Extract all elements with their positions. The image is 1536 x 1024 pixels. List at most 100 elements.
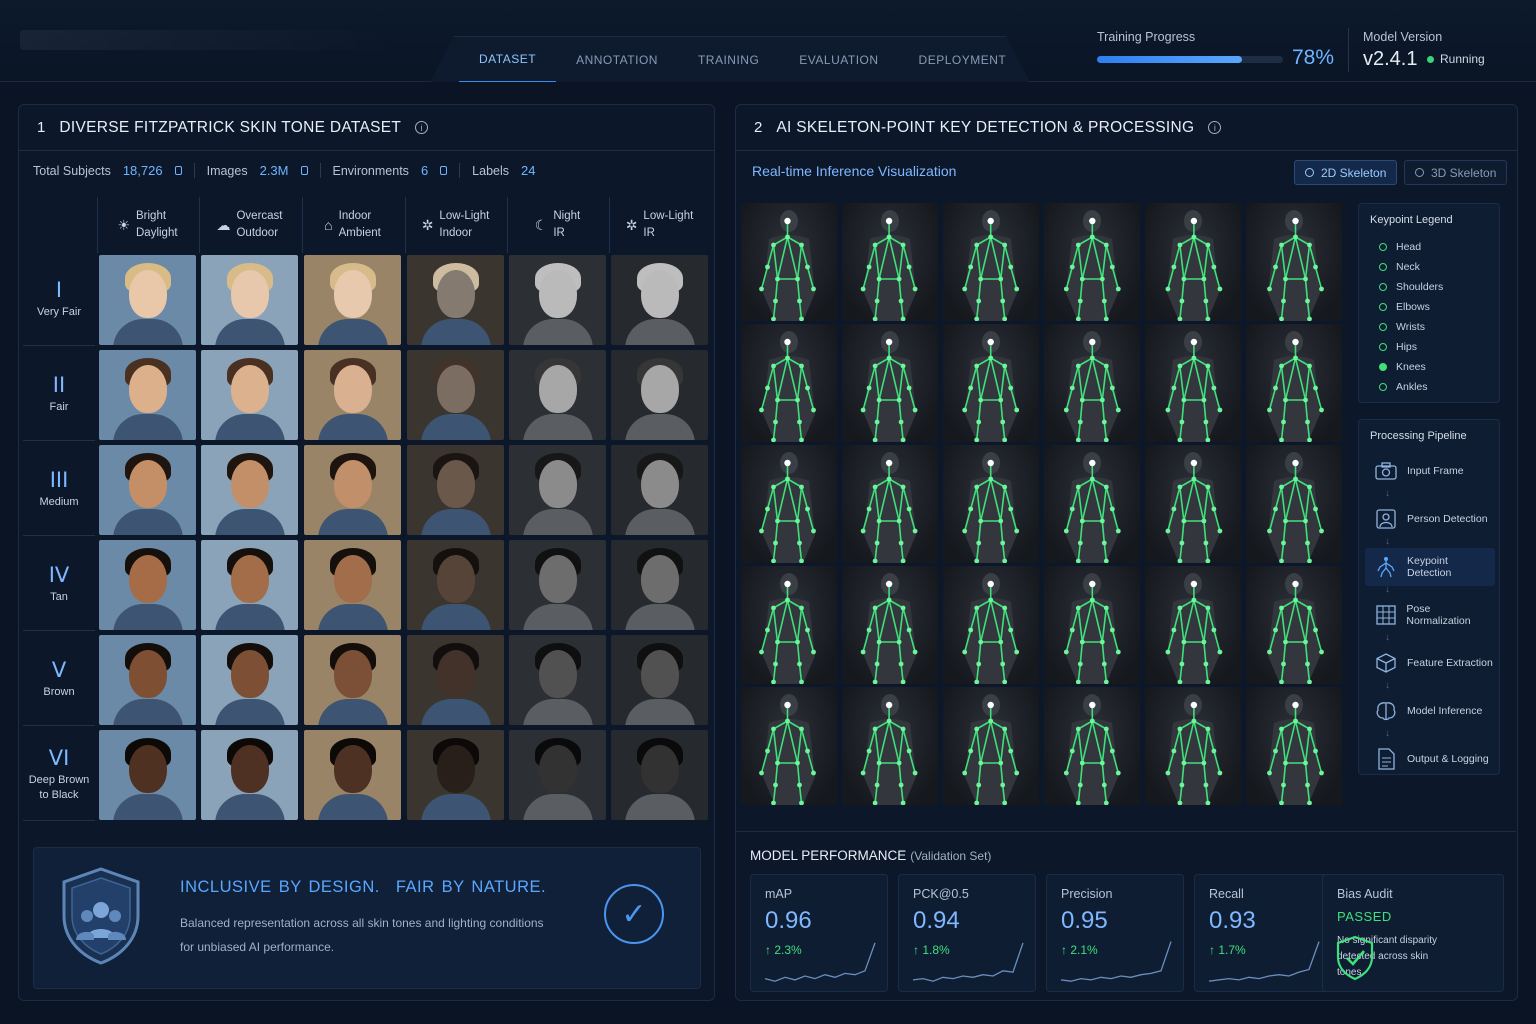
person-silhouette-body <box>1167 356 1219 442</box>
skeleton-frame[interactable] <box>842 324 938 442</box>
info-icon[interactable]: i <box>1208 121 1222 134</box>
subject-photo[interactable] <box>99 255 196 345</box>
skeleton-frame[interactable] <box>842 566 938 684</box>
subject-photo[interactable] <box>509 445 606 535</box>
subject-photo[interactable] <box>407 445 504 535</box>
info-icon[interactable]: i <box>415 121 429 134</box>
skeleton-frame[interactable] <box>1246 566 1342 684</box>
subject-photo[interactable] <box>509 255 606 345</box>
skeleton-frame[interactable] <box>1145 203 1241 321</box>
keypoint-re <box>1008 506 1014 512</box>
panel-title: AI SKELETON-POINT KEY DETECTION & PROCES… <box>776 118 1195 136</box>
subject-photo[interactable] <box>304 730 401 820</box>
skeleton-frame[interactable] <box>1044 445 1140 563</box>
subject-photo[interactable] <box>99 635 196 725</box>
subject-photo[interactable] <box>201 635 298 725</box>
subject-photo[interactable] <box>304 635 401 725</box>
row-roman-numeral: VI <box>48 745 70 770</box>
skeleton-frame[interactable] <box>741 566 837 684</box>
skeleton-frame[interactable] <box>1044 566 1140 684</box>
subject-photo[interactable] <box>201 445 298 535</box>
keypoint-lk <box>1179 782 1185 788</box>
subject-photo[interactable] <box>407 350 504 440</box>
keypoint-lw <box>962 649 968 655</box>
subject-photo[interactable] <box>304 255 401 345</box>
tab-dataset[interactable]: DATASET <box>459 37 557 82</box>
skeleton-frame[interactable] <box>943 445 1039 563</box>
skeleton-frame[interactable] <box>741 687 837 805</box>
subject-photo[interactable] <box>201 255 298 345</box>
subject-photo[interactable] <box>407 540 504 630</box>
skeleton-frame[interactable] <box>1246 687 1342 805</box>
subject-photo[interactable] <box>509 730 606 820</box>
skeleton-frame[interactable] <box>741 203 837 321</box>
pipeline-step-model-inference[interactable]: Model Inference <box>1365 692 1495 730</box>
pipeline-step-output-logging[interactable]: Output & Logging <box>1365 740 1495 778</box>
database-icon <box>300 166 308 175</box>
subject-photo[interactable] <box>99 730 196 820</box>
keypoint-le <box>1273 264 1278 270</box>
skeleton-frame[interactable] <box>1246 445 1342 563</box>
subject-photo[interactable] <box>509 350 606 440</box>
skeleton-frame[interactable] <box>1044 203 1140 321</box>
pipeline-step-keypoint-detection[interactable]: Keypoint Detection <box>1365 548 1495 586</box>
tab-training[interactable]: TRAINING <box>678 37 779 82</box>
subject-photo[interactable] <box>99 350 196 440</box>
subject-photo[interactable] <box>201 730 298 820</box>
subject-photo[interactable] <box>99 540 196 630</box>
pipeline-step-pose-normalization[interactable]: Pose Normalization <box>1365 596 1495 634</box>
toggle-2d-skeleton[interactable]: 2D Skeleton <box>1294 160 1398 185</box>
subject-photo[interactable] <box>407 730 504 820</box>
tab-deployment[interactable]: DEPLOYMENT <box>899 37 1027 82</box>
subject-photo[interactable] <box>304 445 401 535</box>
skeleton-frame[interactable] <box>1145 445 1241 563</box>
skeleton-frame[interactable] <box>943 566 1039 684</box>
subject-photo[interactable] <box>201 350 298 440</box>
skeleton-frame[interactable] <box>1044 324 1140 442</box>
banner-title: INCLUSIVE BY DESIGN. FAIR BY NATURE. <box>180 878 546 897</box>
face <box>129 650 167 698</box>
subject-photo[interactable] <box>201 540 298 630</box>
skeleton-frame[interactable] <box>741 445 837 563</box>
skeleton-frame[interactable] <box>1246 203 1342 321</box>
skeleton-frame[interactable] <box>842 445 938 563</box>
subject-photo[interactable] <box>611 255 708 345</box>
skeleton-frame[interactable] <box>741 324 837 442</box>
legend-label: Hips <box>1396 341 1418 353</box>
subject-photo[interactable] <box>407 255 504 345</box>
skeleton-frame[interactable] <box>1145 687 1241 805</box>
subject-photo[interactable] <box>304 350 401 440</box>
subject-photo[interactable] <box>611 635 708 725</box>
pipeline-step-person-detection[interactable]: Person Detection <box>1365 500 1495 538</box>
skeleton-frame[interactable] <box>943 324 1039 442</box>
subject-photo[interactable] <box>611 730 708 820</box>
skeleton-frame[interactable] <box>943 203 1039 321</box>
skeleton-frame[interactable] <box>1044 687 1140 805</box>
column-label-line2: IR <box>643 227 655 239</box>
row-header-type-ii: II Fair <box>23 348 95 441</box>
subject-photo[interactable] <box>611 445 708 535</box>
keypoint-rs <box>900 242 906 248</box>
pipeline-step-input-frame[interactable]: Input Frame <box>1365 452 1495 490</box>
subject-photo[interactable] <box>611 350 708 440</box>
subject-photo[interactable] <box>99 445 196 535</box>
subject-photo[interactable] <box>509 635 606 725</box>
pipeline-step-feature-extraction[interactable]: Feature Extraction <box>1365 644 1495 682</box>
subject-photo[interactable] <box>304 540 401 630</box>
skeleton-frame[interactable] <box>842 687 938 805</box>
face <box>539 650 577 698</box>
keypoint-rk <box>1000 540 1006 546</box>
subject-photo[interactable] <box>407 635 504 725</box>
skeleton-frame[interactable] <box>1246 324 1342 442</box>
toggle-3d-skeleton[interactable]: 3D Skeleton <box>1404 160 1508 185</box>
skeleton-frame[interactable] <box>1145 566 1241 684</box>
tab-annotation[interactable]: ANNOTATION <box>556 37 678 82</box>
skeleton-frame[interactable] <box>1145 324 1241 442</box>
subject-photo[interactable] <box>611 540 708 630</box>
keypoint-head <box>1089 459 1096 467</box>
skeleton-frame[interactable] <box>943 687 1039 805</box>
subject-photo[interactable] <box>509 540 606 630</box>
keypoint-lh <box>775 397 780 403</box>
skeleton-frame[interactable] <box>842 203 938 321</box>
tab-evaluation[interactable]: EVALUATION <box>779 37 898 82</box>
